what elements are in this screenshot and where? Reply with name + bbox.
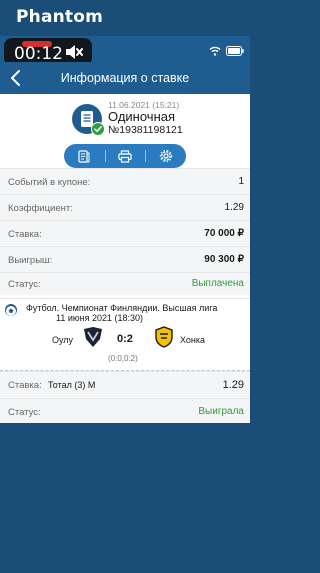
page-title: Информация о ставке — [60, 71, 190, 85]
status-time: 00:12 — [14, 44, 63, 64]
bet-type: Одиночная — [108, 109, 176, 124]
bet-selection-row: Ставка: Тотал (3) М 1.29 — [0, 371, 250, 398]
half-time-score: (0:0,0:2) — [108, 354, 138, 363]
match-score: 0:2 — [117, 333, 133, 345]
info-row-status: Статус: Выплачена — [0, 272, 250, 295]
printer-icon — [118, 149, 132, 163]
bet-number: №19381198121 — [108, 124, 183, 136]
list-document-icon — [78, 149, 90, 163]
event-date: 11 июня 2021 (18:30) — [56, 313, 144, 323]
details-button[interactable] — [64, 144, 105, 168]
away-team-name: Хонка — [180, 335, 206, 345]
print-button[interactable] — [104, 144, 146, 168]
status-label: Статус: — [8, 279, 41, 290]
home-team-name: Оулу — [52, 335, 74, 345]
stake-value: 70 000 ₽ — [204, 228, 244, 239]
event-league: Футбол. Чемпионат Финляндии. Высшая лига — [26, 303, 218, 313]
selection-label: Ставка: — [8, 380, 42, 391]
coefficient-label: Коэффициент: — [8, 203, 73, 214]
winnings-label: Выигрыш: — [8, 255, 53, 266]
event-card[interactable]: Футбол. Чемпионат Финляндии. Высшая лига… — [0, 298, 250, 371]
app-brand: Phantom — [16, 7, 104, 27]
events-label: Событий в купоне: — [8, 177, 91, 188]
away-team-logo — [153, 326, 175, 353]
wifi-icon — [209, 43, 221, 61]
info-row-stake: Ставка: 70 000 ₽ — [0, 220, 250, 246]
status-icons — [209, 43, 244, 61]
phone-screen: 00:12 Информация о ставке 11.06.2021 (15… — [0, 36, 250, 423]
selection-market: Тотал (3) М — [48, 380, 96, 390]
coefficient-value: 1.29 — [224, 202, 244, 213]
soccer-ball-icon — [5, 304, 17, 316]
stake-label: Ставка: — [8, 229, 42, 240]
status-bar: 00:12 — [0, 36, 250, 66]
selection-coefficient: 1.29 — [222, 379, 244, 391]
top-nav: Информация о ставке — [0, 62, 250, 94]
home-team-logo — [82, 326, 104, 353]
status-value: Выплачена — [191, 278, 244, 289]
settings-button[interactable] — [145, 144, 186, 168]
bet-info-list: Событий в купоне: 1 Коэффициент: 1.29 Ст… — [0, 168, 250, 295]
info-row-coefficient: Коэффициент: 1.29 — [0, 194, 250, 220]
selection-status-row: Статус: Выиграла — [0, 398, 250, 423]
winnings-value: 90 300 ₽ — [204, 254, 244, 265]
info-row-events: Событий в купоне: 1 — [0, 168, 250, 194]
selection-status-label: Статус: — [8, 407, 41, 418]
battery-icon — [226, 43, 244, 61]
check-icon — [91, 122, 105, 136]
events-value: 1 — [238, 176, 244, 187]
info-row-winnings: Выигрыш: 90 300 ₽ — [0, 246, 250, 272]
selection-status-value: Выиграла — [198, 406, 244, 417]
gear-icon — [159, 149, 172, 163]
bet-actions — [64, 144, 186, 168]
